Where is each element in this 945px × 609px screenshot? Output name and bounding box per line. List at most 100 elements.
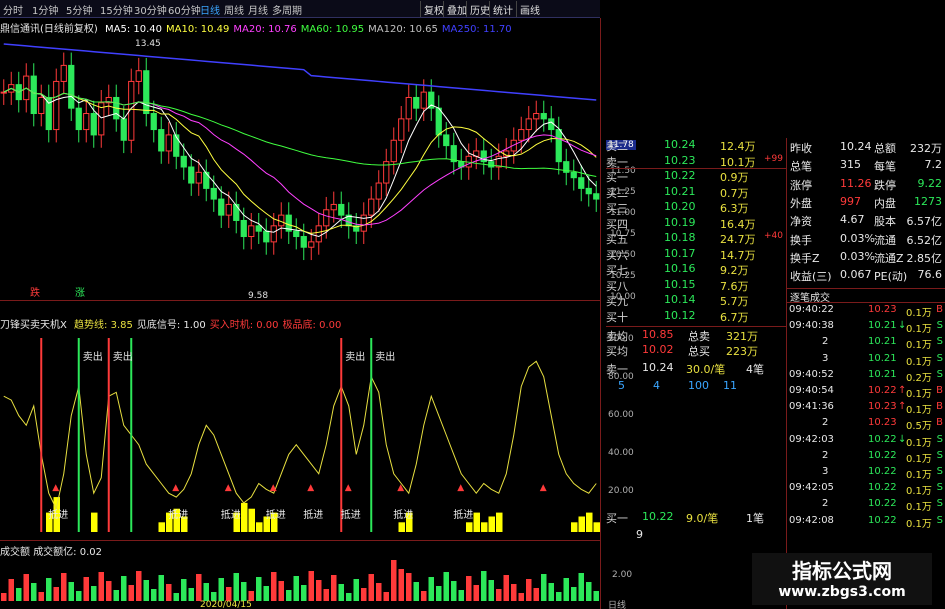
bid-row[interactable]: 买十 10.12 6.7万 xyxy=(606,309,786,324)
tick-price: 10.21 xyxy=(868,368,897,380)
watermark-logo: 指标公式网 www.zbgs3.com xyxy=(752,553,932,605)
candle-body xyxy=(488,161,495,168)
stat-value: 2.85亿 xyxy=(906,251,943,265)
bid-row[interactable]: 买二 10.21 0.7万 xyxy=(606,185,786,200)
stat-label: 每笔 xyxy=(874,160,896,174)
tick-row[interactable]: 3 10.21 0.1万 S xyxy=(786,353,945,369)
candle-body xyxy=(38,96,45,115)
period-tab-15min[interactable]: 15分钟 xyxy=(100,2,133,17)
candle-body xyxy=(255,225,262,232)
buy-arrow: ▲ xyxy=(307,483,314,493)
volume-bar xyxy=(181,579,187,601)
tick-volume: 0.2万 xyxy=(906,372,932,384)
volume-bar xyxy=(548,583,554,601)
quote-price: 10.15 xyxy=(664,277,696,291)
volume-bar xyxy=(151,589,157,601)
tick-row[interactable]: 09:42:05 10.22 0.1万 S xyxy=(786,482,945,498)
tick-row[interactable]: 09:40:38 10.21 ↓ 0.1万 S xyxy=(786,320,945,336)
tick-row[interactable]: 2 10.23 0.5万 B xyxy=(786,417,945,433)
tick-price: 10.21 xyxy=(868,336,897,348)
bid-row[interactable]: 买四 10.19 16.4万 xyxy=(606,216,786,231)
tick-time: 09:40:52 xyxy=(789,368,834,380)
candle-body xyxy=(0,91,7,94)
buy-arrow: ▲ xyxy=(52,483,59,493)
tick-row[interactable]: 2 10.22 0.1万 S xyxy=(786,450,945,466)
tick-row[interactable]: 3 10.22 0.1万 S xyxy=(786,466,945,482)
period-tab-weekly[interactable]: 周线 xyxy=(224,2,244,17)
stat-row: 收益(三) 0.067 PE(动) 76.6 xyxy=(786,268,945,286)
bottom-signal-bar xyxy=(91,512,98,532)
candle-body xyxy=(330,203,337,211)
tick-row[interactable]: 09:42:08 10.22 0.1万 S xyxy=(786,515,945,531)
volume-bar xyxy=(451,581,457,601)
stat-value: 7.2 xyxy=(924,158,943,172)
ask-row[interactable]: 卖二 10.24 12.4万 xyxy=(606,138,786,153)
bottom-signal-bar xyxy=(496,512,503,532)
quote-price: 10.23 xyxy=(664,153,696,167)
bid-row[interactable]: 买七 10.16 9.2万 xyxy=(606,262,786,277)
period-tab-5min[interactable]: 5分钟 xyxy=(66,2,92,17)
bid-row[interactable]: 买一 10.22 0.9万 xyxy=(606,169,786,184)
quote-volume: 7.6万 xyxy=(720,279,749,293)
quote-label: 买九 xyxy=(606,295,628,308)
bottom-signal-bar xyxy=(578,516,585,532)
tick-row[interactable]: 09:40:22 10.23 0.1万 B xyxy=(786,304,945,320)
divider xyxy=(606,326,786,327)
candle-body xyxy=(368,198,375,216)
indicator-chart[interactable]: 卖出 卖出 卖出 卖出▲抵进▲抵进▲抵进▲抵进▲抵进▲抵进▲抵进▲抵进▲ xyxy=(0,330,600,540)
candle-body xyxy=(578,177,585,189)
candle-body xyxy=(570,171,577,179)
period-tab-monthly[interactable]: 月线 xyxy=(248,2,268,17)
tick-row[interactable]: 2 10.22 0.1万 S xyxy=(786,498,945,514)
quote-volume: 6.3万 xyxy=(720,202,749,215)
ask-row[interactable]: 卖一 10.23 10.1万 +99 xyxy=(606,154,786,169)
quote-price: 10.22 xyxy=(664,169,696,182)
period-tab-60min[interactable]: 60分钟 xyxy=(168,2,201,17)
indicator-axis-tick: 20.00 xyxy=(608,486,634,496)
bid-row[interactable]: 买六 10.17 14.7万 xyxy=(606,247,786,262)
bid-row[interactable]: 买九 10.14 5.7万 xyxy=(606,293,786,308)
period-tab-30min[interactable]: 30分钟 xyxy=(134,2,167,17)
candle-body xyxy=(120,118,127,141)
volume-bar xyxy=(128,585,134,601)
buy-arrow: ▲ xyxy=(345,483,352,493)
stat-value: 6.52亿 xyxy=(906,233,943,247)
quote-label: 卖二 xyxy=(606,140,628,153)
sum-label: 总买 xyxy=(688,345,710,358)
side-tab[interactable]: 日线 xyxy=(608,598,626,609)
tick-row[interactable]: 2 10.21 0.1万 S xyxy=(786,336,945,352)
tick-volume: 0.1万 xyxy=(906,502,932,514)
period-tab-multi[interactable]: 多周期 xyxy=(272,2,302,17)
period-tab-1min[interactable]: 1分钟 xyxy=(32,2,58,17)
candle-body xyxy=(30,75,37,115)
period-tab-daily[interactable]: 日线 xyxy=(200,2,220,17)
volume-bar xyxy=(473,585,479,601)
buy-signal-label: 抵进 xyxy=(168,508,188,521)
bid-row[interactable]: 买三 10.20 6.3万 xyxy=(606,200,786,215)
tick-price: 10.21 xyxy=(868,352,897,364)
tick-row[interactable]: 09:41:36 10.23 ↑ 0.1万 B xyxy=(786,401,945,417)
price-chart[interactable]: 13.45 9.58 跌 涨 xyxy=(0,34,600,300)
quote-label: 买八 xyxy=(606,279,628,293)
bid-row[interactable]: 买五 10.18 24.7万 +40 xyxy=(606,231,786,246)
draw-line-button[interactable]: 画线 xyxy=(516,1,543,17)
tick-volume: 0.1万 xyxy=(906,340,932,352)
candle-body xyxy=(68,64,75,109)
volume-chart[interactable] xyxy=(0,556,600,601)
bid-row[interactable]: 买八 10.15 7.6万 xyxy=(606,278,786,293)
tick-row[interactable]: 09:40:54 10.22 ↑ 0.1万 B xyxy=(786,385,945,401)
stats-button[interactable]: 统计 xyxy=(489,1,516,17)
volume-bar xyxy=(121,576,127,601)
volume-bar xyxy=(428,577,434,601)
tick-price: 10.22 xyxy=(868,449,897,461)
tick-row[interactable]: 09:40:52 10.21 0.2万 S xyxy=(786,369,945,385)
tick-row[interactable]: 09:42:03 10.22 ↓ 0.1万 S xyxy=(786,434,945,450)
buy-signal-label: 抵进 xyxy=(266,508,286,521)
tick-side: S xyxy=(936,320,943,332)
quote-volume: 14.7万 xyxy=(720,248,756,262)
below-label: 涨 xyxy=(75,287,85,299)
tick-time: 09:41:36 xyxy=(789,401,834,413)
indicator-axis-tick: 60.00 xyxy=(608,410,634,420)
candle-body xyxy=(173,134,180,157)
period-tab-fenshi[interactable]: 分时 xyxy=(3,2,23,17)
